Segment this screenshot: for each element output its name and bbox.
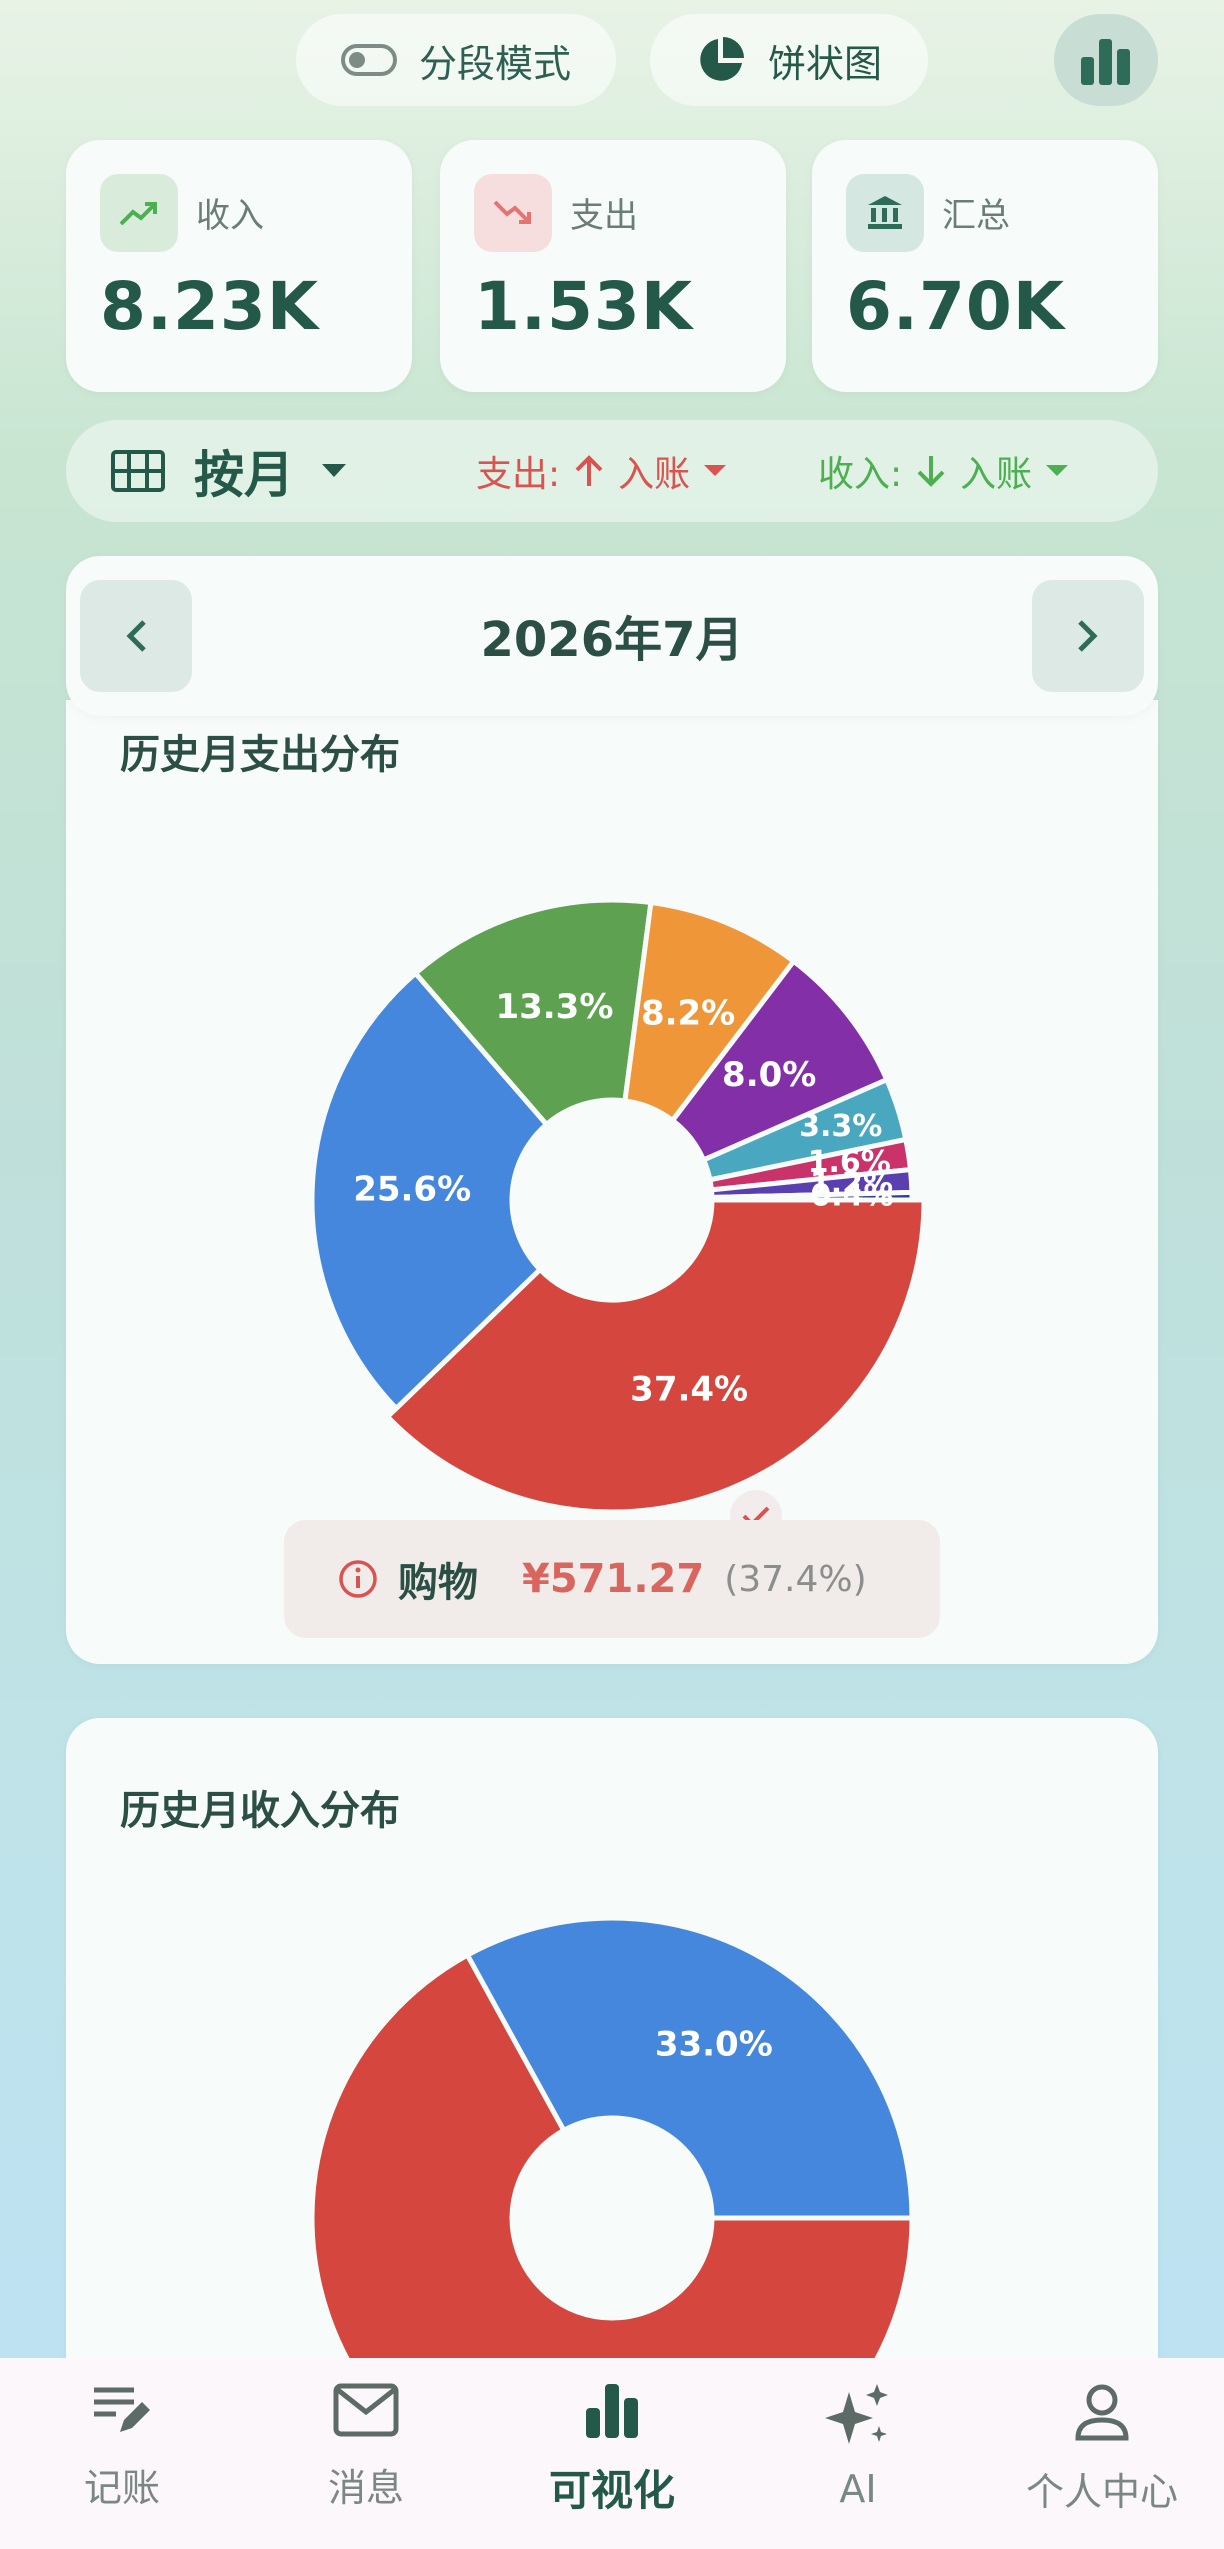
- current-month-label: 2026年7月: [480, 612, 744, 668]
- pie-slice-label: 8.0%: [722, 1055, 816, 1095]
- pie-slice[interactable]: [464, 1915, 915, 2221]
- arrow-down-icon: [917, 456, 945, 487]
- sparkle-icon: [825, 2384, 888, 2444]
- income-stat-card: 收入 8.23K: [66, 140, 412, 392]
- pie-slice-label: 8.2%: [641, 994, 735, 1034]
- grid-icon: [111, 450, 165, 492]
- filter-bar: 按月 支出: 入账 收入: 入账: [66, 420, 1158, 522]
- bar-chart-icon: [1081, 39, 1130, 85]
- info-icon: [339, 1560, 377, 1598]
- summary-stat-card: 汇总 6.70K: [812, 140, 1158, 392]
- trending-down-icon: [474, 174, 552, 252]
- period-label: 按月: [194, 446, 294, 504]
- selected-slice-tooltip: 购物 ¥571.27 (37.4%): [284, 1520, 940, 1638]
- nav-item-messages[interactable]: 消息: [286, 2382, 446, 2512]
- pie-slice-label: 3.3%: [799, 1109, 882, 1144]
- expense-pie-chart[interactable]: 37.4%25.6%13.3% 8.2%8.0%3.3%1.6%1.2%0.4%: [292, 880, 932, 1520]
- expense-label: 支出: [570, 196, 638, 236]
- person-icon: [1075, 2384, 1129, 2441]
- expense-stat-card: 支出 1.53K: [440, 140, 786, 392]
- income-pie-chart[interactable]: 33.0%: [292, 1898, 932, 2418]
- pie-slice-label: 25.6%: [353, 1170, 471, 1210]
- bank-icon: [846, 174, 924, 252]
- toggle-icon: [340, 44, 397, 76]
- segment-mode-button[interactable]: 分段模式: [296, 14, 616, 106]
- bar-chart-icon: [586, 2384, 638, 2438]
- summary-label: 汇总: [942, 196, 1010, 236]
- tooltip-category: 购物: [398, 1560, 478, 1606]
- pie-chart-button[interactable]: 饼状图: [650, 14, 928, 106]
- nav-item-bookkeeping[interactable]: 记账: [42, 2382, 202, 2512]
- pie-chart-label: 饼状图: [767, 41, 882, 86]
- nav-item-visualization[interactable]: 可视化: [532, 2382, 692, 2518]
- income-value: 8.23K: [100, 268, 319, 345]
- income-mode-selector[interactable]: 收入: 入账: [818, 420, 1069, 522]
- pie-slice-label: 13.3%: [495, 987, 613, 1027]
- month-navigation-bar: 2026年7月: [66, 556, 1158, 716]
- edit-note-icon: [94, 2387, 150, 2432]
- nav-label-messages: 消息: [327, 2466, 404, 2510]
- pie-slice-label: 33.0%: [655, 2024, 773, 2064]
- summary-value: 6.70K: [846, 268, 1065, 345]
- segment-mode-label: 分段模式: [418, 41, 571, 86]
- caret-down-icon: [322, 464, 346, 477]
- chart-type-toggle-button[interactable]: [1054, 14, 1158, 106]
- nav-label-visualization: 可视化: [548, 2466, 675, 2515]
- expense-value: 1.53K: [474, 268, 693, 345]
- trending-up-icon: [100, 174, 178, 252]
- tooltip-percent: (37.4%): [724, 1558, 867, 1600]
- income-mode-label: 收入:: [818, 454, 903, 495]
- arrow-up-icon: [575, 455, 603, 486]
- tooltip-amount: ¥571.27: [522, 1556, 705, 1602]
- expense-distribution-card: 历史月支出分布 37.4% 25.6% 13.3% 8.2% 8.0% 3.3% 1.6% 1…: [66, 700, 1158, 1664]
- expense-mode-value: 入账: [618, 454, 691, 495]
- caret-down-icon: [704, 465, 727, 476]
- income-mode-value: 入账: [960, 454, 1033, 495]
- nav-label-bookkeeping: 记账: [83, 2466, 160, 2510]
- income-chart-title: 历史月收入分布: [120, 1788, 400, 1834]
- pie-slice-label: 37.4%: [630, 1369, 748, 1409]
- mail-icon: [333, 2383, 399, 2437]
- pie-chart-icon: [700, 37, 744, 81]
- nav-item-ai[interactable]: AI: [778, 2382, 938, 2511]
- income-label: 收入: [196, 196, 264, 236]
- nav-label-ai: AI: [839, 2467, 877, 2511]
- nav-item-profile[interactable]: 个人中心: [1022, 2382, 1182, 2516]
- period-selector[interactable]: 按月: [110, 420, 346, 522]
- expense-mode-selector[interactable]: 支出: 入账: [476, 420, 727, 522]
- next-month-button[interactable]: [1032, 580, 1144, 692]
- nav-label-profile: 个人中心: [1025, 2470, 1178, 2514]
- caret-down-icon: [1046, 465, 1069, 476]
- income-distribution-card: 历史月收入分布 33.0%: [66, 1718, 1158, 2418]
- pie-slice-label: 0.4%: [810, 1178, 893, 1213]
- expense-mode-label: 支出:: [476, 454, 561, 495]
- chevron-right-icon: [1078, 620, 1098, 652]
- expense-chart-title: 历史月支出分布: [120, 732, 400, 778]
